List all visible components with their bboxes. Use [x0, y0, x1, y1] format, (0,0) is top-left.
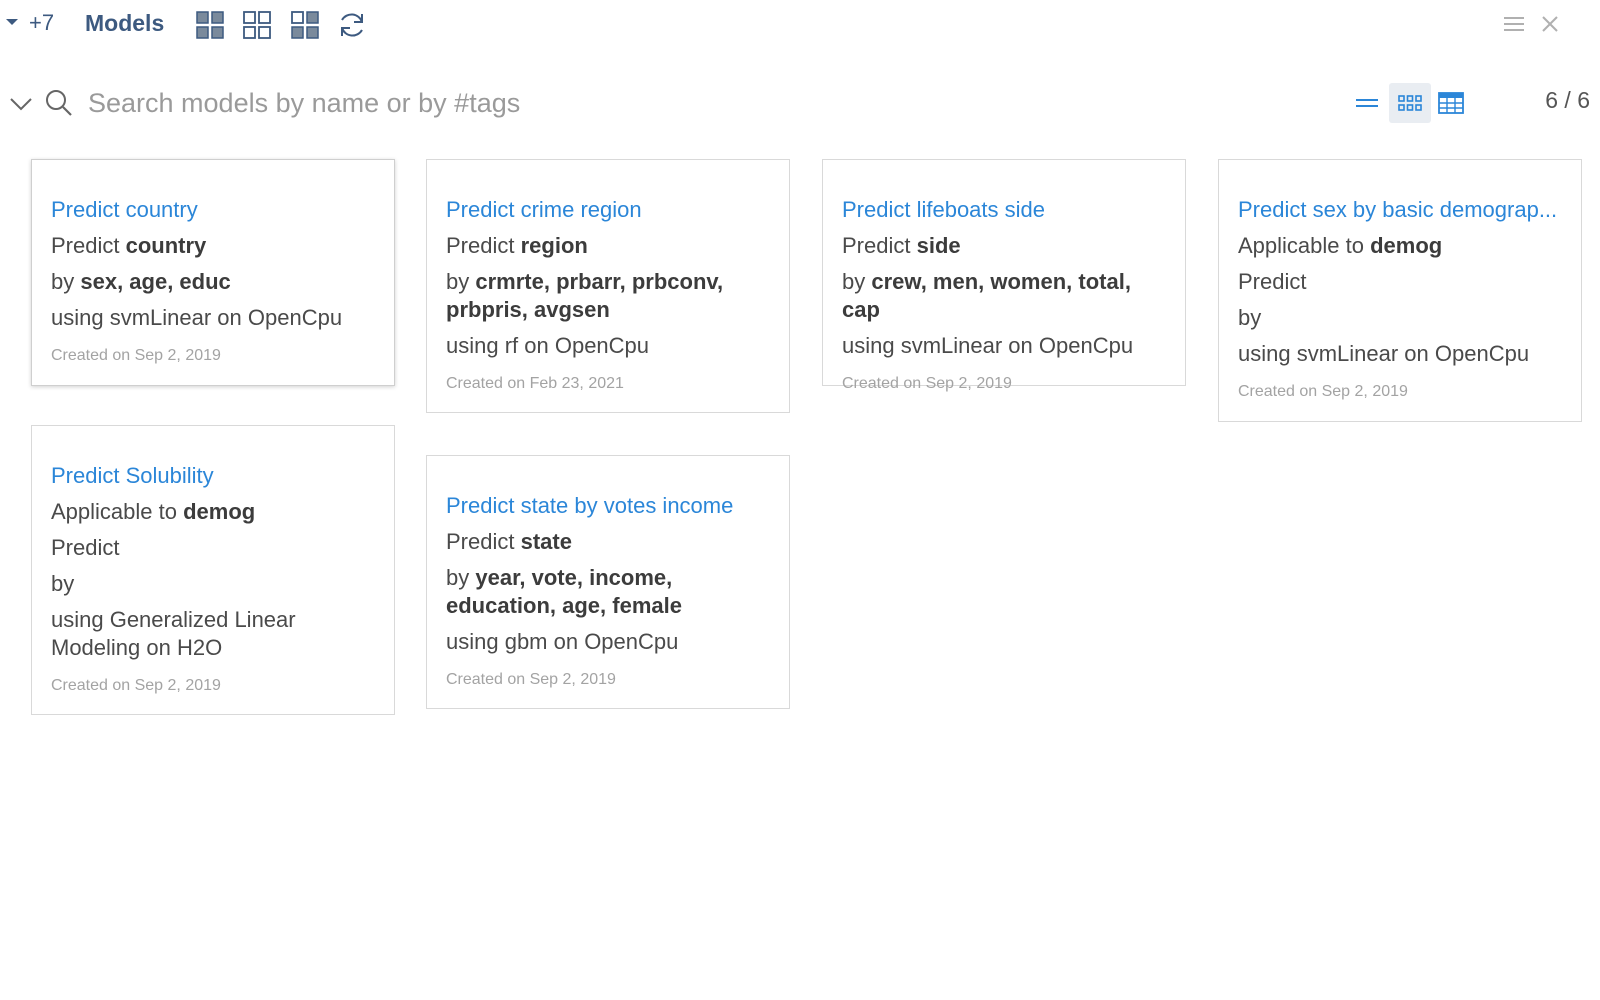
model-engine: using svmLinear on OpenCpu — [51, 305, 343, 330]
model-created-date: Created on Sep 2, 2019 — [51, 347, 221, 364]
model-title[interactable]: Predict state by votes income — [446, 492, 771, 520]
table-view-icon[interactable] — [1430, 83, 1472, 123]
model-applicable: Applicable to demog — [1238, 233, 1443, 258]
model-inputs: by — [51, 571, 75, 596]
model-card[interactable]: Predict crime region Predict region by c… — [426, 159, 790, 413]
card-view-icon[interactable] — [1389, 83, 1431, 123]
model-engine: using Generalized Linear Modeling on H2O — [51, 607, 296, 660]
model-inputs: by crew, men, women, total, cap — [842, 269, 1131, 322]
toolbar: +7 Models — [0, 0, 1600, 48]
model-predict: Predict state — [446, 529, 572, 554]
grid-2x2-outline-icon[interactable] — [241, 9, 273, 41]
model-title[interactable]: Predict crime region — [446, 196, 771, 224]
search-input[interactable] — [88, 84, 1288, 122]
model-card[interactable]: Predict Solubility Applicable to demog P… — [31, 425, 395, 715]
results-counter: 6 / 6 — [1545, 87, 1590, 113]
refresh-icon[interactable] — [336, 9, 368, 41]
model-title[interactable]: Predict country — [51, 196, 376, 224]
model-inputs: by sex, age, educ — [51, 269, 231, 294]
model-predict: Predict country — [51, 233, 207, 258]
model-created-date: Created on Feb 23, 2021 — [446, 375, 624, 392]
model-predict: Predict region — [446, 233, 588, 258]
model-created-date: Created on Sep 2, 2019 — [51, 677, 221, 694]
model-card[interactable]: Predict country Predict country by sex, … — [31, 159, 395, 386]
model-inputs: by crmrte, prbarr, prbconv, prbpris, avg… — [446, 269, 724, 322]
model-card[interactable]: Predict lifeboats side Predict side by c… — [822, 159, 1186, 392]
chevron-down-icon[interactable] — [8, 90, 34, 116]
model-applicable: Applicable to demog — [51, 499, 256, 524]
model-inputs: by — [1238, 305, 1262, 330]
model-card[interactable]: Predict state by votes income Predict st… — [426, 455, 790, 709]
close-icon[interactable] — [1536, 10, 1564, 38]
grid-2x2-filled-icon[interactable] — [194, 9, 226, 41]
model-engine: using gbm on OpenCpu — [446, 629, 679, 654]
grid-mixed-icon[interactable] — [289, 9, 321, 41]
search-icon — [44, 88, 74, 118]
search-bar: 6 / 6 — [0, 78, 1600, 128]
model-created-date: Created on Sep 2, 2019 — [446, 671, 616, 688]
model-predict: Predict — [1238, 269, 1307, 294]
view-title: Models — [85, 10, 165, 36]
hidden-panels-count[interactable]: +7 — [29, 10, 54, 36]
model-title[interactable]: Predict Solubility — [51, 462, 376, 490]
list-view-icon[interactable] — [1346, 83, 1388, 123]
model-card[interactable]: Predict sex by basic demograp... Applica… — [1218, 159, 1582, 422]
model-title[interactable]: Predict sex by basic demograp... — [1238, 196, 1563, 224]
model-predict: Predict side — [842, 233, 961, 258]
model-engine: using svmLinear on OpenCpu — [1238, 341, 1530, 366]
model-title[interactable]: Predict lifeboats side — [842, 196, 1167, 224]
model-engine: using rf on OpenCpu — [446, 333, 650, 358]
hamburger-icon[interactable] — [1500, 10, 1528, 38]
model-predict: Predict — [51, 535, 120, 560]
model-engine: using svmLinear on OpenCpu — [842, 333, 1134, 358]
model-inputs: by year, vote, income, education, age, f… — [446, 565, 682, 618]
model-created-date: Created on Sep 2, 2019 — [1238, 383, 1408, 400]
caret-down-icon[interactable] — [6, 19, 18, 25]
model-created-date: Created on Sep 2, 2019 — [842, 375, 1012, 392]
